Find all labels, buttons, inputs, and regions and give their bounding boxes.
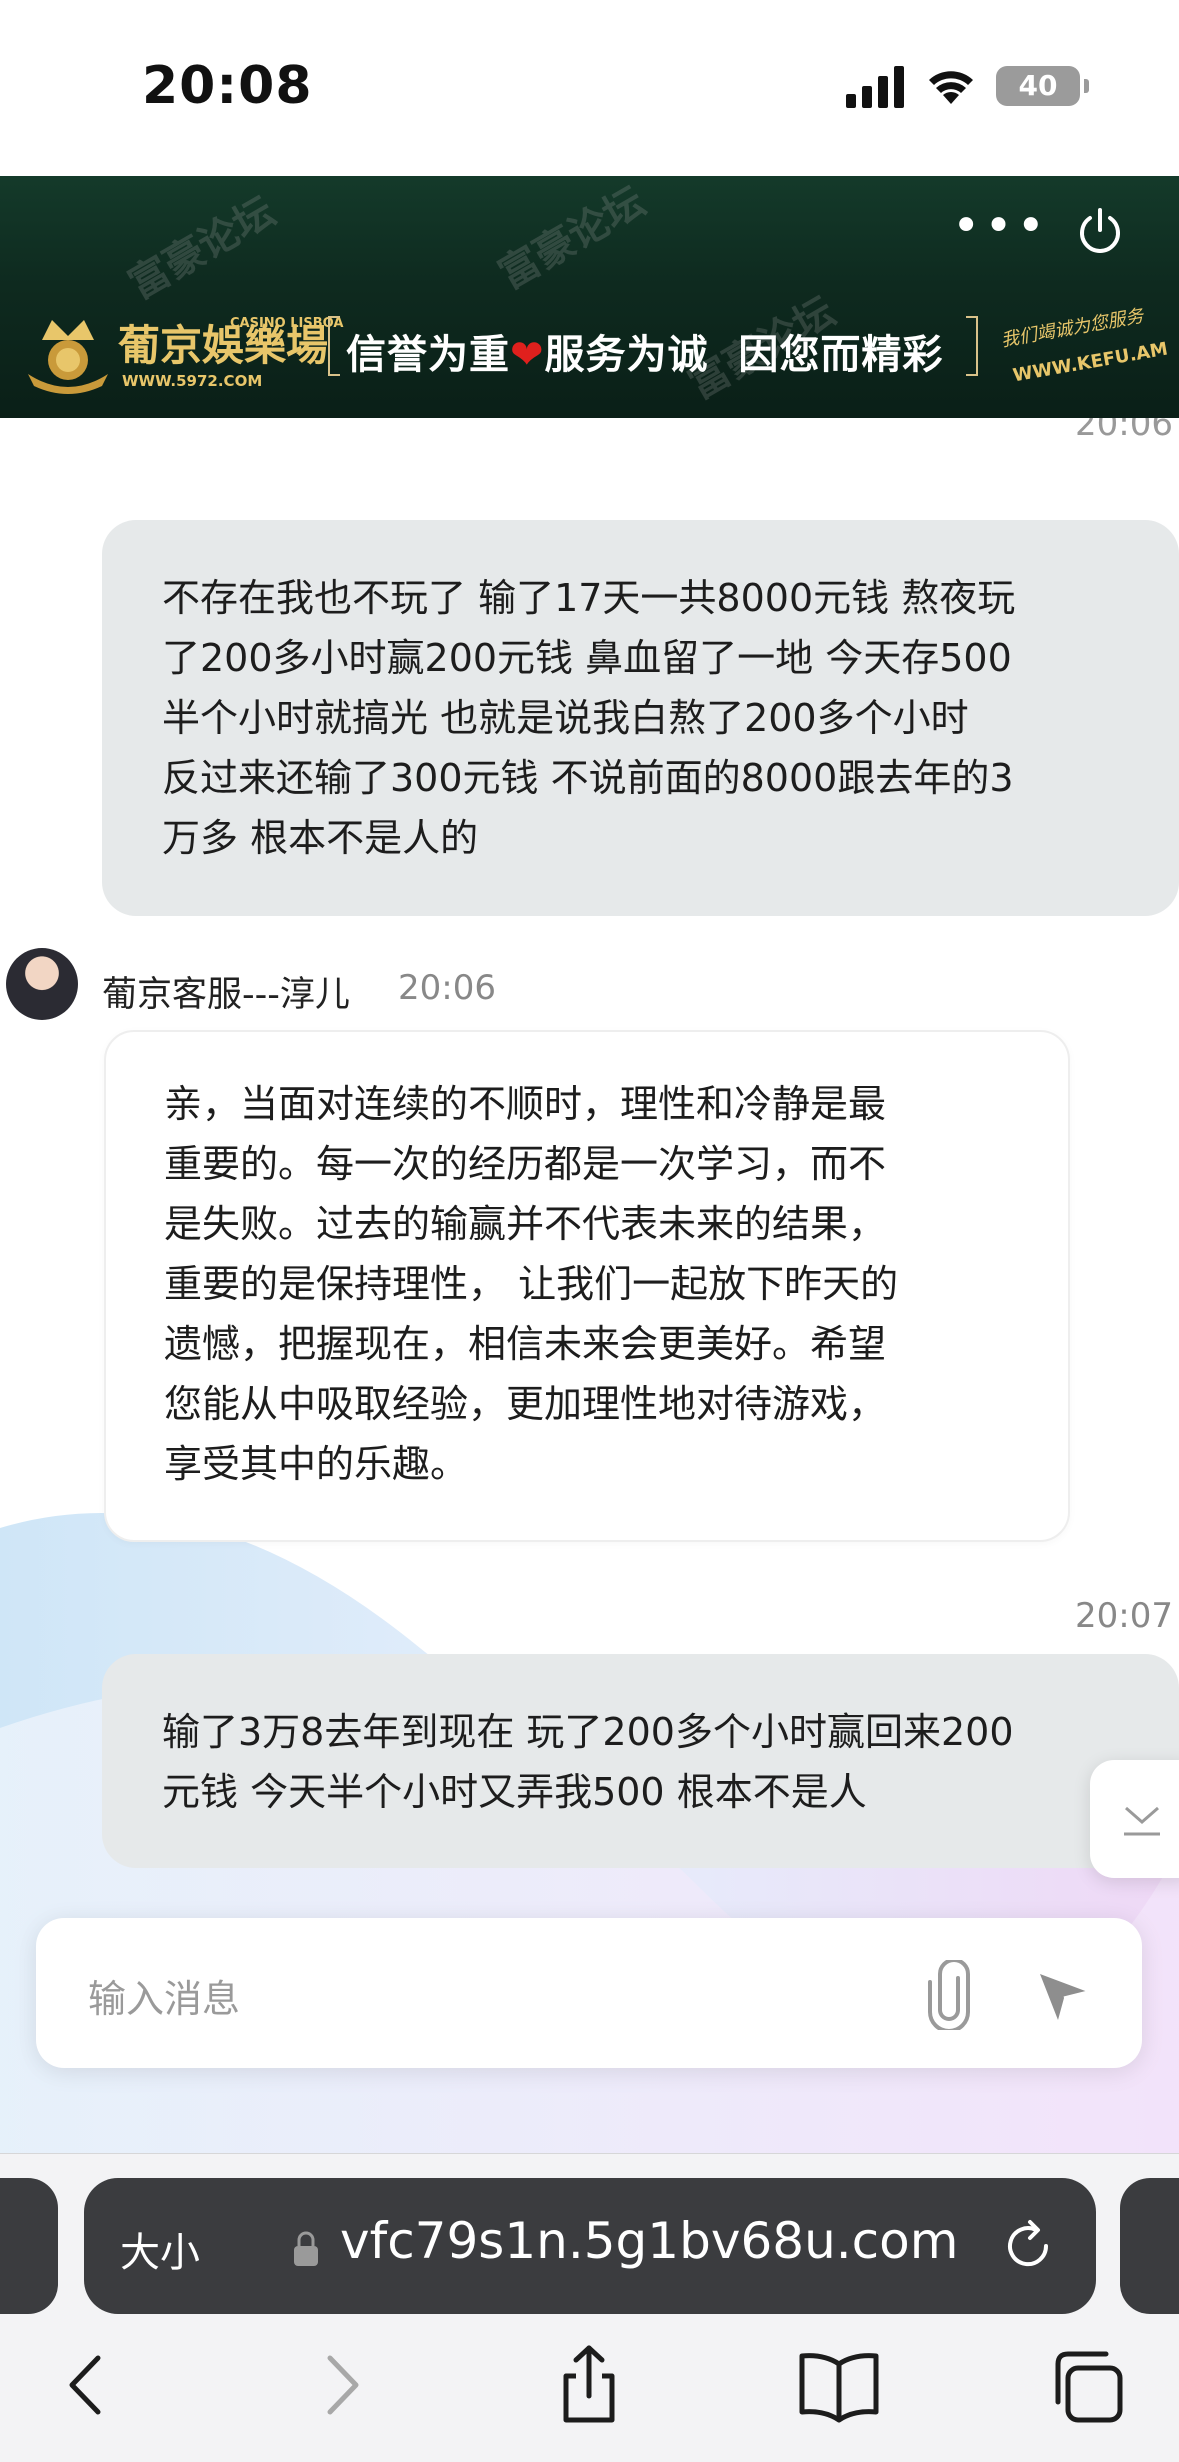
message-bubble-outgoing[interactable]: 不存在我也不玩了 输了17天一共8000元钱 熬夜玩 了200多小时赢200元钱… bbox=[102, 520, 1179, 916]
browser-chrome: 大小 vfc79s1n.5g1bv68u.com bbox=[0, 2153, 1179, 2462]
slogan-part2: 服务为诚 bbox=[544, 332, 709, 378]
battery-icon: 40 bbox=[996, 66, 1089, 106]
next-tab-peek[interactable] bbox=[1120, 2178, 1179, 2314]
message-bubble-outgoing[interactable]: 输了3万8去年到现在 玩了200多个小时赢回来200 元钱 今天半个小时又弄我5… bbox=[102, 1654, 1179, 1868]
brand-sub: CASINO LISBOA bbox=[230, 316, 344, 331]
message-bubble-incoming[interactable]: 亲，当面对连续的不顺时，理性和冷静是最 重要的。每一次的经历都是一次学习，而不 … bbox=[104, 1030, 1070, 1542]
slogan-part1: 信誉为重 bbox=[346, 332, 510, 378]
sender-name: 葡京客服---淳儿 bbox=[102, 975, 350, 1015]
watermark: 富豪论坛 bbox=[491, 178, 653, 299]
watermark: 富豪论坛 bbox=[121, 188, 283, 309]
back-icon bbox=[69, 2355, 101, 2415]
message-text: 输了3万8去年到现在 玩了200多个小时赢回来200 元钱 今天半个小时又弄我5… bbox=[162, 1710, 1014, 1814]
message-timestamp: 20:06 bbox=[1075, 418, 1173, 444]
message-text: 不存在我也不玩了 输了17天一共8000元钱 熬夜玩 了200多小时赢200元钱… bbox=[162, 576, 1016, 860]
kefu-script: 我们竭诚为您服务 bbox=[999, 305, 1145, 352]
scroll-down-icon bbox=[1124, 1806, 1160, 1836]
slogan-bracket bbox=[328, 316, 340, 376]
lock-icon bbox=[294, 2231, 318, 2266]
forward-icon bbox=[327, 2355, 359, 2415]
slogan: 信誉为重❤服务为诚 因您而精彩 bbox=[346, 322, 943, 380]
chat-area[interactable]: 20:06 不存在我也不玩了 输了17天一共8000元钱 熬夜玩 了200多小时… bbox=[0, 418, 1179, 2153]
wifi-icon bbox=[929, 71, 973, 104]
signal-icon bbox=[846, 66, 904, 108]
message-text: 亲，当面对连续的不顺时，理性和冷静是最 重要的。每一次的经历都是一次学习，而不 … bbox=[164, 1082, 899, 1486]
heart-icon: ❤ bbox=[510, 332, 545, 378]
message-input[interactable]: 输入消息 bbox=[36, 1918, 1142, 2068]
header-banner: 富豪论坛 富豪论坛 富豪论坛 ••• 葡京娛樂場 CASINO LISBOA W… bbox=[0, 176, 1179, 418]
power-icon[interactable] bbox=[1074, 206, 1126, 258]
reload-icon[interactable] bbox=[1000, 2218, 1056, 2274]
input-placeholder: 输入消息 bbox=[88, 1977, 241, 2021]
url-text: vfc79s1n.5g1bv68u.com bbox=[340, 2212, 959, 2270]
tabs-icon bbox=[1055, 2351, 1123, 2423]
slogan-part3: 因您而精彩 bbox=[738, 332, 944, 378]
logo-crest-icon bbox=[28, 320, 108, 394]
message-timestamp: 20:06 bbox=[398, 968, 496, 1008]
share-button[interactable] bbox=[544, 2340, 634, 2430]
bookmarks-button[interactable] bbox=[794, 2340, 884, 2430]
address-bar[interactable]: 大小 vfc79s1n.5g1bv68u.com bbox=[84, 2178, 1096, 2314]
share-icon bbox=[563, 2345, 615, 2423]
slogan-bracket bbox=[966, 316, 978, 376]
browser-toolbar bbox=[0, 2340, 1179, 2450]
send-icon[interactable] bbox=[1034, 1964, 1094, 2024]
back-button[interactable] bbox=[42, 2340, 132, 2430]
status-bar: 20:08 40 bbox=[0, 0, 1179, 176]
status-time: 20:08 bbox=[142, 56, 313, 116]
forward-button[interactable] bbox=[296, 2340, 386, 2430]
message-timestamp: 20:07 bbox=[1075, 1596, 1173, 1636]
avatar[interactable] bbox=[6, 948, 78, 1020]
more-icon[interactable]: ••• bbox=[952, 202, 1045, 256]
brand-url: WWW.5972.COM bbox=[122, 372, 263, 390]
attach-icon[interactable] bbox=[924, 1960, 974, 2030]
tabs-button[interactable] bbox=[1044, 2340, 1134, 2430]
page-size-button[interactable]: 大小 bbox=[120, 2220, 200, 2278]
previous-tab-peek[interactable] bbox=[0, 2178, 58, 2314]
bookmarks-icon bbox=[799, 2353, 879, 2423]
scroll-down-button[interactable] bbox=[1090, 1760, 1179, 1878]
